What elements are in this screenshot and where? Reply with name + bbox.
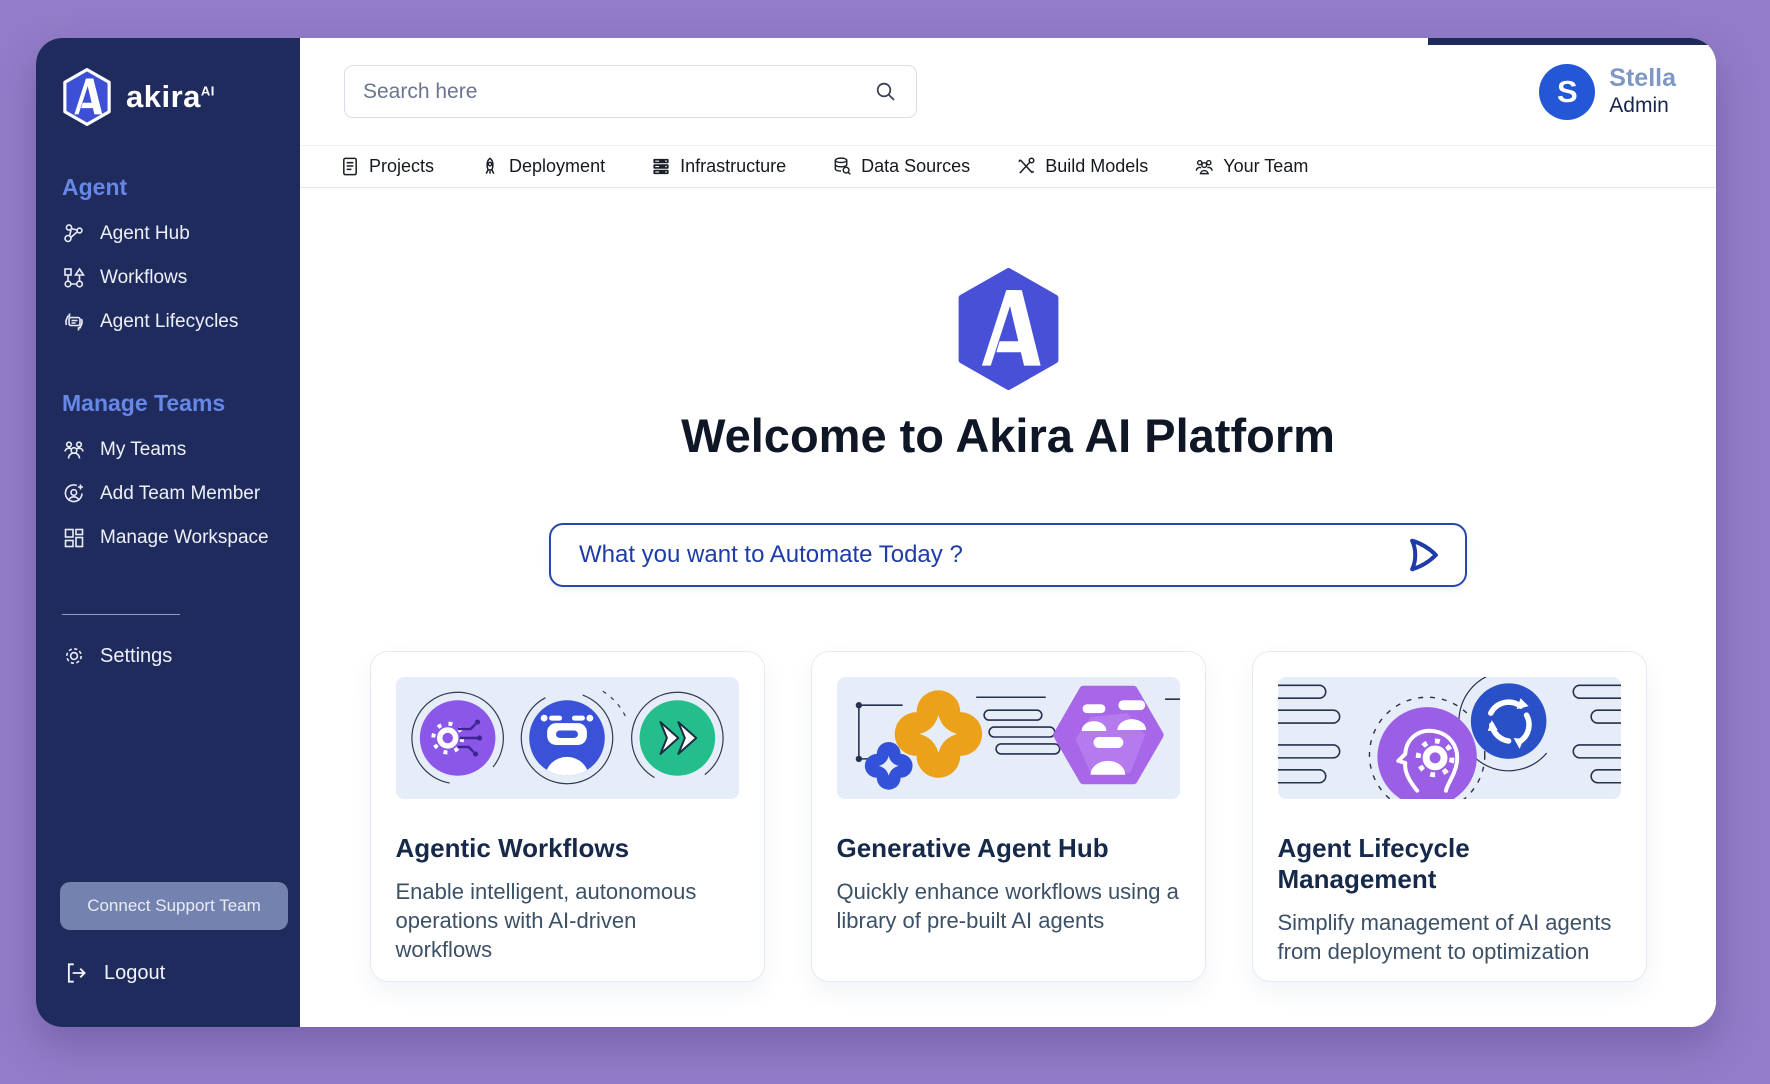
feature-cards: Agentic Workflows Enable intelligent, au… [300, 651, 1716, 982]
sidebar-item-add-team-member[interactable]: Add Team Member [62, 478, 260, 510]
add-team-member-icon [62, 482, 86, 506]
agent-lifecycle-illustration-icon [1278, 677, 1621, 799]
send-icon [1403, 536, 1445, 574]
brand-name: akiraAI [126, 79, 215, 115]
sidebar-divider [62, 614, 180, 615]
tab-label: Projects [369, 156, 434, 177]
tab-label: Deployment [509, 156, 605, 177]
tab-build-models[interactable]: Build Models [1016, 156, 1148, 177]
sidebar-item-manage-workspace[interactable]: Manage Workspace [62, 522, 269, 554]
akira-hexagon-icon [60, 68, 114, 126]
tab-label: Your Team [1223, 156, 1308, 177]
workflows-icon [62, 266, 86, 290]
data-sources-icon [832, 156, 852, 177]
tab-infrastructure[interactable]: Infrastructure [651, 156, 786, 177]
card-agentic-workflows[interactable]: Agentic Workflows Enable intelligent, au… [370, 651, 765, 982]
card-description: Quickly enhance workflows using a librar… [837, 877, 1180, 935]
sidebar: akiraAI Agent Agent Hub Workflows [36, 38, 300, 1027]
tab-data-sources[interactable]: Data Sources [832, 156, 970, 177]
tab-your-team[interactable]: Your Team [1194, 156, 1308, 177]
tab-label: Infrastructure [680, 156, 786, 177]
projects-icon [340, 156, 360, 177]
sidebar-item-settings[interactable]: Settings [62, 640, 172, 672]
agentic-workflows-illustration-icon [396, 677, 739, 799]
sidebar-item-label: Settings [100, 645, 172, 668]
deployment-icon [480, 156, 500, 177]
app-window: akiraAI Agent Agent Hub Workflows [36, 38, 1716, 1027]
search-icon[interactable] [874, 80, 898, 104]
agent-lifecycles-icon [62, 310, 86, 334]
manage-workspace-icon [62, 526, 86, 550]
sidebar-item-label: My Teams [100, 439, 186, 461]
send-button[interactable] [1401, 534, 1447, 576]
sidebar-item-label: Add Team Member [100, 483, 260, 505]
sidebar-item-agent-hub[interactable]: Agent Hub [62, 218, 190, 250]
sidebar-item-label: Agent Lifecycles [100, 311, 238, 333]
search-box[interactable] [344, 65, 917, 118]
tab-label: Data Sources [861, 156, 970, 177]
brand-sup: AI [201, 84, 215, 99]
build-models-icon [1016, 156, 1036, 177]
gear-icon [62, 644, 86, 668]
card-title: Agentic Workflows [396, 833, 739, 864]
card-generative-agent-hub[interactable]: Generative Agent Hub Quickly enhance wor… [811, 651, 1206, 982]
sidebar-item-agent-lifecycles[interactable]: Agent Lifecycles [62, 306, 238, 338]
your-team-icon [1194, 156, 1214, 177]
automate-prompt-box[interactable] [549, 523, 1467, 587]
user-name: Stella [1609, 65, 1676, 93]
logout-icon [64, 960, 90, 986]
tab-projects[interactable]: Projects [340, 156, 434, 177]
card-title: Generative Agent Hub [837, 833, 1180, 864]
search-input[interactable] [363, 80, 874, 104]
card-description: Enable intelligent, autonomous operation… [396, 877, 739, 964]
sidebar-item-my-teams[interactable]: My Teams [62, 434, 186, 466]
card-description: Simplify management of AI agents from de… [1278, 908, 1621, 966]
main-area: S Stella Admin Projects Dep [300, 38, 1716, 1027]
tab-label: Build Models [1045, 156, 1148, 177]
top-navy-strip [1428, 38, 1716, 45]
sidebar-item-workflows[interactable]: Workflows [62, 262, 187, 294]
user-role: Admin [1609, 93, 1676, 118]
automate-prompt-input[interactable] [579, 541, 1401, 569]
sidebar-section-manage-teams: Manage Teams [62, 390, 225, 417]
agent-hub-icon [62, 222, 86, 246]
main-content: Welcome to Akira AI Platform [300, 188, 1716, 1027]
tab-deployment[interactable]: Deployment [480, 156, 605, 177]
logout-button[interactable]: Logout [64, 960, 165, 986]
connect-support-team-button[interactable]: Connect Support Team [60, 882, 288, 930]
nav-tabs: Projects Deployment Infrastructu [300, 146, 1716, 188]
topbar: S Stella Admin [300, 38, 1716, 146]
brand-logo: akiraAI [60, 68, 215, 126]
infrastructure-icon [651, 156, 671, 177]
card-title: Agent Lifecycle Management [1278, 833, 1621, 895]
card-agent-lifecycle-management[interactable]: Agent Lifecycle Management Simplify mana… [1252, 651, 1647, 982]
avatar[interactable]: S [1539, 64, 1595, 120]
generative-agent-hub-illustration-icon [837, 677, 1180, 799]
sidebar-section-agent: Agent [62, 174, 127, 201]
sidebar-item-label: Agent Hub [100, 223, 190, 245]
page-title: Welcome to Akira AI Platform [300, 408, 1716, 463]
user-menu[interactable]: S Stella Admin [1539, 64, 1676, 120]
logout-label: Logout [104, 962, 165, 985]
sidebar-item-label: Manage Workspace [100, 527, 269, 549]
sidebar-item-label: Workflows [100, 267, 187, 289]
my-teams-icon [62, 438, 86, 462]
akira-hexagon-logo [952, 268, 1065, 390]
